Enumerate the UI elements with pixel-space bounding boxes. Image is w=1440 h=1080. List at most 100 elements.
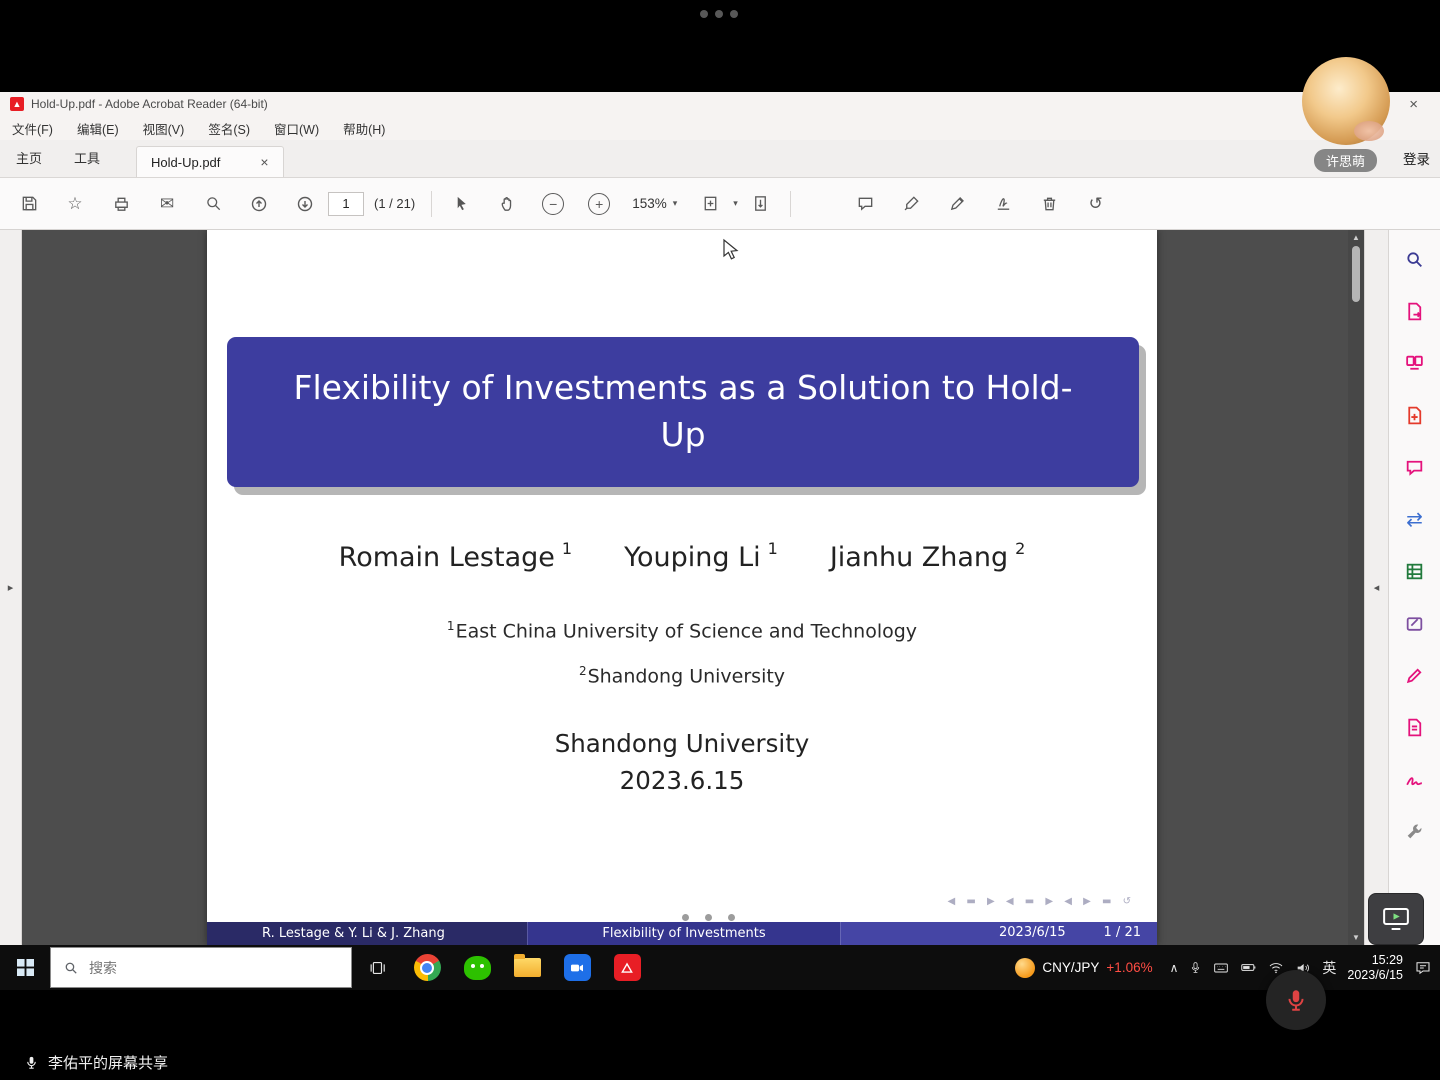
document-area[interactable]: Flexibility of Investments as a Solution… xyxy=(22,230,1348,945)
vertical-scrollbar[interactable]: ▲ ▼ xyxy=(1348,230,1364,945)
document-content: ▸ Flexibility of Investments as a Soluti… xyxy=(0,230,1440,945)
left-panel-strip[interactable]: ▸ xyxy=(0,230,22,945)
windows-taskbar: CNY/JPY +1.06% ∧ 英 15:29 2023/6/15 xyxy=(0,945,1440,990)
tab-bar: 主页 工具 Hold-Up.pdf × 登录 xyxy=(0,140,1440,178)
slide-authors: Romain Lestage1 Youping Li1 Jianhu Zhang… xyxy=(207,541,1157,573)
wechat-button[interactable] xyxy=(452,945,502,990)
notification-center-icon[interactable] xyxy=(1414,959,1432,977)
export-spreadsheet-button[interactable] xyxy=(1402,558,1428,584)
delete-button[interactable] xyxy=(1027,184,1073,224)
slide-date: 2023.6.15 xyxy=(207,766,1157,795)
send-for-signature-button[interactable]: ⇄ xyxy=(1402,506,1428,532)
save-button[interactable] xyxy=(6,184,52,224)
slide-title-box: Flexibility of Investments as a Solution… xyxy=(227,337,1139,487)
touch-keyboard-icon[interactable] xyxy=(1213,960,1229,976)
screen-share-control-button[interactable] xyxy=(1368,893,1424,945)
tab-document-label: Hold-Up.pdf xyxy=(151,155,220,170)
scroll-mode-button[interactable] xyxy=(738,184,784,224)
panel-collapse-icon[interactable]: ◂ xyxy=(1374,581,1380,594)
comment-tool-button[interactable] xyxy=(1402,454,1428,480)
highlight-tool-button[interactable] xyxy=(1402,662,1428,688)
author: Romain Lestage1 xyxy=(339,541,572,573)
menu-sign[interactable]: 签名(S) xyxy=(208,119,250,138)
screen: 许思萌 ▲ Hold-Up.pdf - Adobe Acrobat Reader… xyxy=(0,0,1440,1080)
tab-tools[interactable]: 工具 xyxy=(74,148,100,167)
create-pdf-button[interactable] xyxy=(1402,402,1428,428)
previous-page-button[interactable] xyxy=(236,184,282,224)
acrobat-icon xyxy=(614,954,641,981)
task-view-button[interactable] xyxy=(352,945,402,990)
tab-document[interactable]: Hold-Up.pdf × xyxy=(136,146,284,177)
organize-pages-button[interactable] xyxy=(1402,350,1428,376)
microphone-muted-icon xyxy=(1283,987,1309,1013)
menu-edit[interactable]: 编辑(E) xyxy=(77,119,119,138)
panel-expand-icon[interactable]: ▸ xyxy=(8,581,14,594)
zoom-level-value: 153% xyxy=(632,196,667,211)
chrome-button[interactable] xyxy=(402,945,452,990)
ime-indicator[interactable]: 英 xyxy=(1322,958,1336,978)
taskbar-clock[interactable]: 15:29 2023/6/15 xyxy=(1347,953,1403,983)
menu-window[interactable]: 窗口(W) xyxy=(274,119,319,138)
windows-logo-icon xyxy=(17,959,34,976)
tab-home[interactable]: 主页 xyxy=(16,148,42,167)
tray-chevron-icon[interactable]: ∧ xyxy=(1170,961,1179,975)
scroll-down-icon[interactable]: ▼ xyxy=(1352,933,1360,942)
tab-close-icon[interactable]: × xyxy=(260,154,268,170)
scrollbar-thumb[interactable] xyxy=(1352,246,1360,302)
search-input[interactable] xyxy=(89,960,319,976)
pages-tool-button[interactable] xyxy=(1402,714,1428,740)
zoom-out-button[interactable]: − xyxy=(530,184,576,224)
hand-tool-button[interactable] xyxy=(484,184,530,224)
ticker-symbol: CNY/JPY xyxy=(1042,960,1099,975)
more-tools-button[interactable] xyxy=(1402,818,1428,844)
zoom-in-button[interactable]: + xyxy=(576,184,622,224)
menu-view[interactable]: 视图(V) xyxy=(143,119,185,138)
beamer-nav-symbols: ◀ ▬ ▶ ◀ ▬ ▶ ◀ ▶ ▬ ↺ xyxy=(948,896,1135,907)
footer-right: 2023/6/15 1 / 21 xyxy=(840,922,1157,945)
meeting-app-button[interactable] xyxy=(552,945,602,990)
comment-button[interactable] xyxy=(843,184,889,224)
title-bar[interactable]: ▲ Hold-Up.pdf - Adobe Acrobat Reader (64… xyxy=(0,92,1440,116)
select-tool-button[interactable] xyxy=(438,184,484,224)
print-button[interactable] xyxy=(98,184,144,224)
start-button[interactable] xyxy=(0,945,50,990)
close-window-icon[interactable]: × xyxy=(1409,96,1418,113)
meeting-options-dots[interactable] xyxy=(700,10,738,18)
fit-page-button[interactable] xyxy=(687,184,733,224)
menu-help[interactable]: 帮助(H) xyxy=(343,119,385,138)
highlighter-icon xyxy=(1404,665,1425,686)
ticker-change: +1.06% xyxy=(1106,960,1152,975)
edit-pdf-button[interactable] xyxy=(1402,610,1428,636)
right-panel-strip[interactable]: ◂ xyxy=(1364,230,1388,945)
taskbar-search[interactable] xyxy=(50,947,352,988)
highlight-button[interactable] xyxy=(889,184,935,224)
sidebar-search-button[interactable] xyxy=(1402,246,1428,272)
chevron-down-icon: ▾ xyxy=(673,198,678,209)
menu-file[interactable]: 文件(F) xyxy=(12,119,53,138)
favorites-star-icon[interactable]: ☆ xyxy=(52,184,98,224)
zoom-out-icon: − xyxy=(542,193,564,215)
page-number-input[interactable] xyxy=(328,192,364,216)
file-explorer-button[interactable] xyxy=(502,945,552,990)
signature-button[interactable] xyxy=(981,184,1027,224)
wrench-icon xyxy=(1404,821,1425,842)
search-button[interactable] xyxy=(190,184,236,224)
login-button[interactable]: 登录 xyxy=(1403,148,1430,168)
pen-icon xyxy=(948,194,967,213)
news-ticker[interactable]: CNY/JPY +1.06% xyxy=(1015,958,1152,978)
sign-button[interactable] xyxy=(935,184,981,224)
rotate-icon[interactable]: ↺ xyxy=(1073,184,1119,224)
screen-share-status: 李佑平的屏幕共享 xyxy=(24,1052,168,1073)
scroll-up-icon[interactable]: ▲ xyxy=(1352,233,1360,242)
fill-sign-button[interactable] xyxy=(1402,766,1428,792)
zoom-level-select[interactable]: 153% ▾ xyxy=(632,196,677,211)
email-icon[interactable]: ✉ xyxy=(144,184,190,224)
footer-authors: R. Lestage & Y. Li & J. Zhang xyxy=(207,922,527,945)
signature-icon xyxy=(994,194,1013,213)
battery-icon[interactable] xyxy=(1240,959,1257,976)
next-page-button[interactable] xyxy=(282,184,328,224)
acrobat-taskbar-button[interactable] xyxy=(602,945,652,990)
export-pdf-button[interactable] xyxy=(1402,298,1428,324)
microphone-icon[interactable] xyxy=(1189,961,1202,974)
mute-button[interactable] xyxy=(1266,970,1326,1030)
